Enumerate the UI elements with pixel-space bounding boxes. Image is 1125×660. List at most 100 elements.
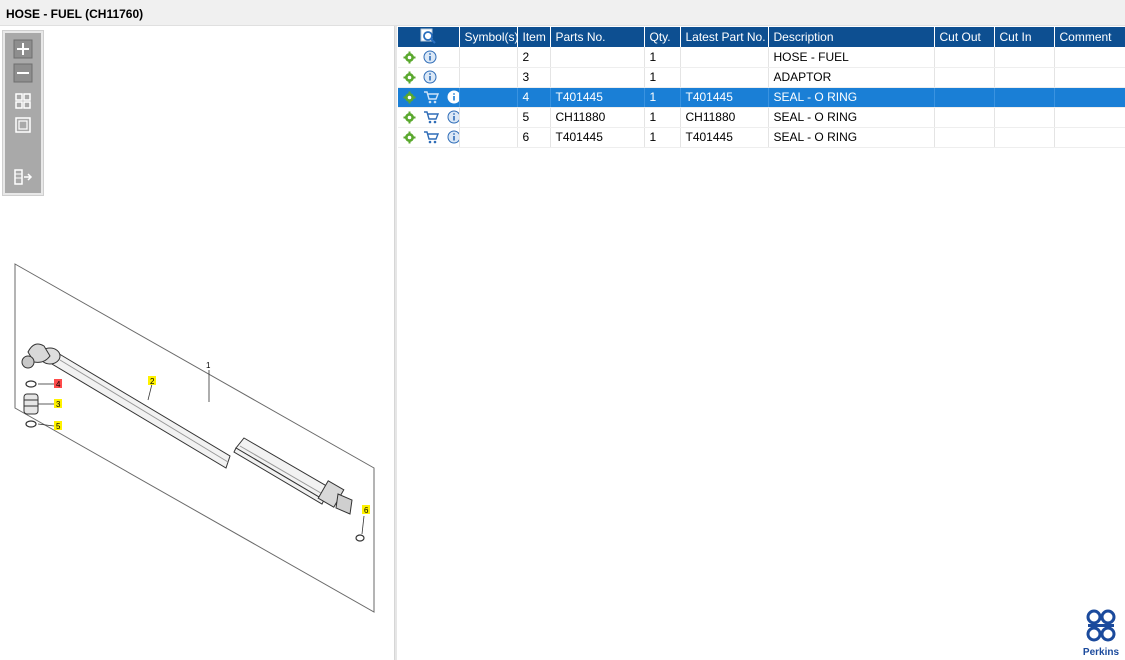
info-icon[interactable] xyxy=(423,70,437,84)
cell-item: 2 xyxy=(517,47,551,68)
cell-part-no xyxy=(550,47,645,68)
cart-icon[interactable] xyxy=(423,130,440,144)
cell-comment xyxy=(1054,87,1125,108)
cell-symbols xyxy=(459,107,518,128)
split-view-button[interactable] xyxy=(13,167,33,187)
title-bar: HOSE - FUEL (CH11760) xyxy=(0,0,1125,26)
viewer-toolbar xyxy=(2,30,44,196)
cell-comment xyxy=(1054,67,1125,88)
hose-upper xyxy=(21,343,231,469)
perkins-logo-text: Perkins xyxy=(1082,647,1120,658)
diagram-viewer[interactable]: 1 2 3 4 5 6 xyxy=(0,26,394,660)
parts-table: Symbol(s) Item Parts No. Qty. Latest Par… xyxy=(398,27,1125,148)
cell-comment xyxy=(1054,127,1125,148)
gear-icon[interactable] xyxy=(403,131,416,144)
callout-1: 1 xyxy=(206,361,211,370)
cell-symbols xyxy=(459,127,518,148)
cell-item: 3 xyxy=(517,67,551,88)
cell-part-no xyxy=(550,67,645,88)
info-icon[interactable] xyxy=(447,110,458,124)
column-header-symbols[interactable]: Symbol(s) xyxy=(459,27,518,47)
column-header-comment[interactable]: Comment xyxy=(1054,27,1125,47)
cell-cut-out xyxy=(934,47,995,68)
table-row[interactable]: 3 1 ADAPTOR xyxy=(398,67,1125,88)
cell-symbols xyxy=(459,67,518,88)
cell-qty: 1 xyxy=(644,107,681,128)
row-actions xyxy=(398,127,460,148)
cart-icon[interactable] xyxy=(423,90,440,104)
info-icon[interactable] xyxy=(447,130,458,144)
column-header-item[interactable]: Item xyxy=(517,27,551,47)
column-header-latest-part-no[interactable]: Latest Part No. xyxy=(680,27,769,47)
gear-icon[interactable] xyxy=(403,51,416,64)
callout-3[interactable]: 3 xyxy=(56,400,61,409)
row-actions xyxy=(398,87,460,108)
column-header-cut-out[interactable]: Cut Out xyxy=(934,27,995,47)
cell-cut-out xyxy=(934,107,995,128)
callout-6[interactable]: 6 xyxy=(364,506,369,515)
gear-icon[interactable] xyxy=(403,111,416,124)
cell-cut-in xyxy=(994,107,1055,128)
info-icon[interactable] xyxy=(423,50,437,64)
cell-cut-in xyxy=(994,127,1055,148)
cell-item: 6 xyxy=(517,127,551,148)
parts-list-pane: Symbol(s) Item Parts No. Qty. Latest Par… xyxy=(397,26,1125,660)
cell-qty: 1 xyxy=(644,47,681,68)
table-row[interactable]: 5 CH11880 1 CH11880 SEAL - O RING xyxy=(398,107,1125,128)
cell-description: ADAPTOR xyxy=(768,67,935,88)
cell-description: HOSE - FUEL xyxy=(768,47,935,68)
fit-all-icon xyxy=(15,93,31,109)
window-title: HOSE - FUEL (CH11760) xyxy=(6,7,144,21)
fit-window-button[interactable] xyxy=(13,115,33,135)
cell-item: 5 xyxy=(517,107,551,128)
cell-comment xyxy=(1054,107,1125,128)
table-row[interactable]: 2 1 HOSE - FUEL xyxy=(398,47,1125,68)
cell-symbols xyxy=(459,47,518,68)
cell-description: SEAL - O RING xyxy=(768,127,935,148)
cell-qty: 1 xyxy=(644,127,681,148)
callout-5[interactable]: 5 xyxy=(56,422,61,431)
table-row-selected[interactable]: 4 T401445 1 T401445 SEAL - O RING xyxy=(398,87,1125,108)
column-header-description[interactable]: Description xyxy=(768,27,935,47)
cell-latest-part-no: CH11880 xyxy=(680,107,769,128)
zoom-in-button[interactable] xyxy=(13,39,33,59)
cell-symbols xyxy=(459,87,518,108)
column-header-cut-in[interactable]: Cut In xyxy=(994,27,1055,47)
cell-cut-out xyxy=(934,87,995,108)
cell-cut-in xyxy=(994,67,1055,88)
table-header-row: Symbol(s) Item Parts No. Qty. Latest Par… xyxy=(398,27,1125,47)
zoom-in-icon xyxy=(13,39,33,59)
info-icon[interactable] xyxy=(447,90,458,104)
column-header-search[interactable] xyxy=(398,27,460,47)
cell-cut-out xyxy=(934,127,995,148)
zoom-out-icon xyxy=(13,63,33,83)
cart-icon[interactable] xyxy=(423,110,440,124)
cell-item: 4 xyxy=(517,87,551,108)
cell-cut-out xyxy=(934,67,995,88)
table-row[interactable]: 6 T401445 1 T401445 SEAL - O RING xyxy=(398,127,1125,148)
cell-comment xyxy=(1054,47,1125,68)
hose-lower xyxy=(233,437,353,515)
callout-2[interactable]: 2 xyxy=(150,377,155,386)
cell-latest-part-no: T401445 xyxy=(680,87,769,108)
perkins-logo: Perkins xyxy=(1079,608,1123,658)
cell-part-no: T401445 xyxy=(550,127,645,148)
fit-all-button[interactable] xyxy=(13,91,33,111)
parts-diagram[interactable]: 1 2 3 4 5 6 xyxy=(0,256,394,660)
gear-icon[interactable] xyxy=(403,91,416,104)
column-header-parts-no[interactable]: Parts No. xyxy=(550,27,645,47)
gear-icon[interactable] xyxy=(403,71,416,84)
split-view-icon xyxy=(14,169,33,185)
column-header-qty[interactable]: Qty. xyxy=(644,27,681,47)
cell-part-no: CH11880 xyxy=(550,107,645,128)
cell-description: SEAL - O RING xyxy=(768,107,935,128)
search-parts-icon[interactable] xyxy=(420,28,436,47)
row-actions xyxy=(398,47,460,68)
adaptor-parts xyxy=(23,380,365,542)
fit-window-icon xyxy=(15,117,31,133)
cell-part-no: T401445 xyxy=(550,87,645,108)
row-actions xyxy=(398,67,460,88)
callout-4[interactable]: 4 xyxy=(56,380,61,389)
zoom-out-button[interactable] xyxy=(13,63,33,83)
cell-latest-part-no: T401445 xyxy=(680,127,769,148)
